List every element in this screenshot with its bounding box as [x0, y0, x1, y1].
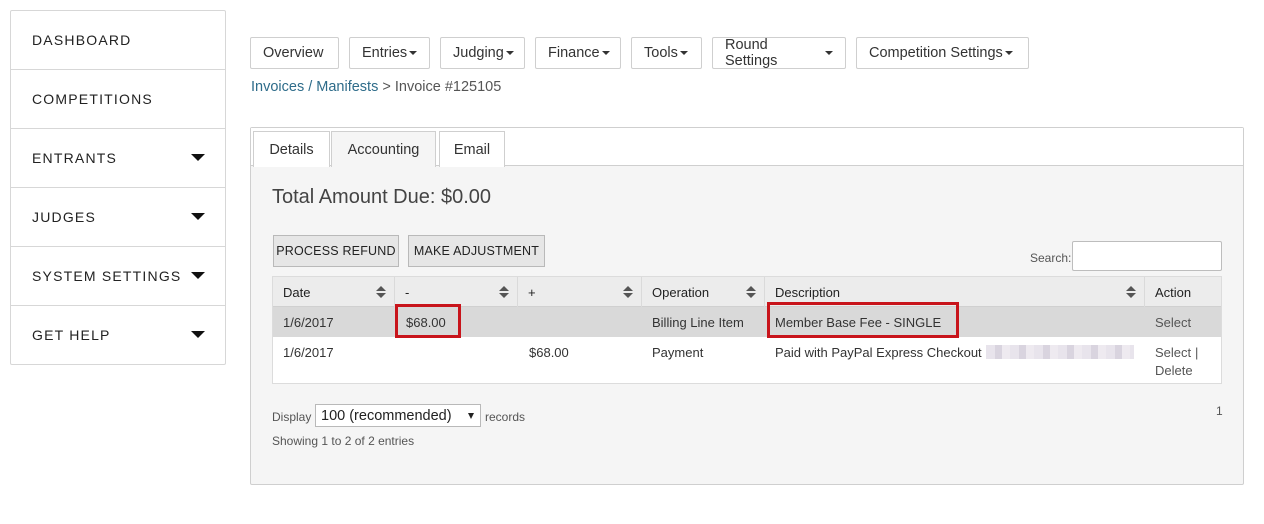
table-header: Date - + Operation Description Action	[273, 277, 1221, 307]
round-settings-dropdown-button[interactable]: Round Settings	[712, 37, 846, 69]
cell-plus: $68.00	[529, 345, 569, 360]
sidebar-item-label: JUDGES	[32, 209, 96, 225]
round-settings-label: Round Settings	[725, 37, 778, 69]
caret-down-icon	[825, 51, 833, 55]
tab-details[interactable]: Details	[253, 131, 330, 167]
column-header-date[interactable]: Date	[273, 277, 395, 307]
column-header-minus[interactable]: -	[395, 277, 518, 307]
process-refund-label: PROCESS REFUND	[276, 244, 396, 258]
sort-icon	[376, 286, 386, 298]
tab-bar: Details Accounting Email	[251, 128, 1243, 167]
breadcrumb-invoices-link[interactable]: Invoices / Manifests	[251, 79, 378, 95]
tools-dropdown-button[interactable]: Tools	[631, 37, 702, 69]
column-header-plus[interactable]: +	[518, 277, 642, 307]
sort-icon	[499, 286, 509, 298]
caret-down-icon	[191, 331, 205, 338]
records-label: records	[485, 410, 526, 424]
search-label: Search:	[1030, 251, 1072, 265]
competition-settings-dropdown-button[interactable]: Competition Settings	[856, 37, 1029, 69]
caret-down-icon	[191, 154, 205, 161]
sidebar-item-system-settings[interactable]: SYSTEM SETTINGS	[11, 247, 225, 306]
tab-accounting[interactable]: Accounting	[331, 131, 436, 167]
select-link[interactable]: Select	[1155, 315, 1191, 330]
column-header-label: Description	[775, 284, 841, 300]
process-refund-button[interactable]: PROCESS REFUND	[273, 235, 399, 267]
column-header-operation[interactable]: Operation	[642, 277, 765, 307]
make-adjustment-button[interactable]: MAKE ADJUSTMENT	[408, 235, 545, 267]
total-amount-due: Total Amount Due: $0.00	[272, 186, 492, 208]
minus-highlight-box	[395, 304, 461, 338]
sidebar-item-label: GET HELP	[32, 327, 111, 343]
caret-down-icon	[409, 51, 418, 55]
caret-down-icon	[1004, 51, 1013, 55]
entries-dropdown-button[interactable]: Entries	[349, 37, 430, 69]
entries-label: Entries	[362, 45, 408, 61]
column-header-action: Action	[1145, 277, 1221, 307]
cell-date: 1/6/2017	[283, 345, 334, 360]
column-header-label: Operation	[652, 284, 710, 300]
judging-dropdown-button[interactable]: Judging	[440, 37, 525, 69]
cell-operation: Billing Line Item	[652, 315, 744, 330]
sidebar-item-label: COMPETITIONS	[32, 91, 153, 107]
table-row[interactable]: 1/6/2017 $68.00 Payment Paid with PayPal…	[273, 337, 1221, 383]
sort-icon	[746, 286, 756, 298]
judging-label: Judging	[453, 45, 504, 61]
top-navigation: Overview Entries Judging Finance Tools R…	[250, 37, 1039, 69]
breadcrumb-separator: >	[382, 79, 391, 95]
sidebar-item-competitions[interactable]: COMPETITIONS	[11, 70, 225, 129]
sidebar-item-label: ENTRANTS	[32, 150, 118, 166]
sort-icon	[623, 286, 633, 298]
records-per-page-value: 100 (recommended)	[321, 407, 452, 424]
tab-email[interactable]: Email	[439, 131, 505, 167]
redacted-email-blur	[986, 345, 1134, 359]
sidebar-item-dashboard[interactable]: DASHBOARD	[11, 11, 225, 70]
caret-down-icon	[191, 213, 205, 220]
invoice-panel: Details Accounting Email Total Amount Du…	[250, 127, 1244, 485]
caret-down-icon	[601, 51, 610, 55]
sidebar-item-judges[interactable]: JUDGES	[11, 188, 225, 247]
select-link[interactable]: Select	[1155, 345, 1191, 360]
sort-icon	[1126, 286, 1136, 298]
breadcrumb: Invoices / Manifests > Invoice #125105	[251, 79, 501, 95]
caret-down-icon	[679, 51, 688, 55]
breadcrumb-current: Invoice #125105	[394, 79, 502, 95]
dropdown-triangle-icon	[468, 413, 474, 419]
finance-label: Finance	[548, 45, 600, 61]
tab-details-label: Details	[269, 141, 314, 158]
cell-date: 1/6/2017	[283, 315, 334, 330]
tools-label: Tools	[644, 45, 678, 61]
action-separator: |	[1195, 345, 1199, 360]
caret-down-icon	[505, 51, 514, 55]
search-input[interactable]	[1072, 241, 1222, 271]
column-header-label: -	[405, 284, 410, 300]
sidebar-item-label: DASHBOARD	[32, 32, 132, 48]
overview-label: Overview	[263, 45, 324, 61]
delete-link[interactable]: Delete	[1155, 363, 1193, 378]
page-number-link[interactable]: 1	[1216, 404, 1223, 418]
accounting-table: Date - + Operation Description Action 1/…	[272, 276, 1222, 384]
caret-down-icon	[191, 272, 205, 279]
showing-entries-text: Showing 1 to 2 of 2 entries	[272, 434, 415, 448]
sidebar-item-entrants[interactable]: ENTRANTS	[11, 129, 225, 188]
column-header-label: +	[528, 284, 536, 300]
column-header-label: Action	[1155, 284, 1192, 300]
overview-button[interactable]: Overview	[250, 37, 339, 69]
column-header-label: Date	[283, 284, 311, 300]
description-highlight-box	[767, 302, 959, 338]
sidebar-item-label: SYSTEM SETTINGS	[32, 268, 182, 284]
records-per-page-select[interactable]: 100 (recommended)	[315, 404, 481, 427]
sidebar: DASHBOARD COMPETITIONS ENTRANTS JUDGES S…	[10, 10, 226, 365]
tab-email-label: Email	[453, 141, 491, 158]
competition-settings-label: Competition Settings	[869, 45, 1003, 61]
sidebar-item-get-help[interactable]: GET HELP	[11, 306, 225, 364]
tab-accounting-label: Accounting	[347, 141, 420, 158]
cell-operation: Payment	[652, 345, 704, 360]
finance-dropdown-button[interactable]: Finance	[535, 37, 621, 69]
make-adjustment-label: MAKE ADJUSTMENT	[413, 244, 540, 258]
cell-description: Paid with PayPal Express Checkout	[775, 345, 982, 360]
display-label: Display	[272, 410, 312, 424]
